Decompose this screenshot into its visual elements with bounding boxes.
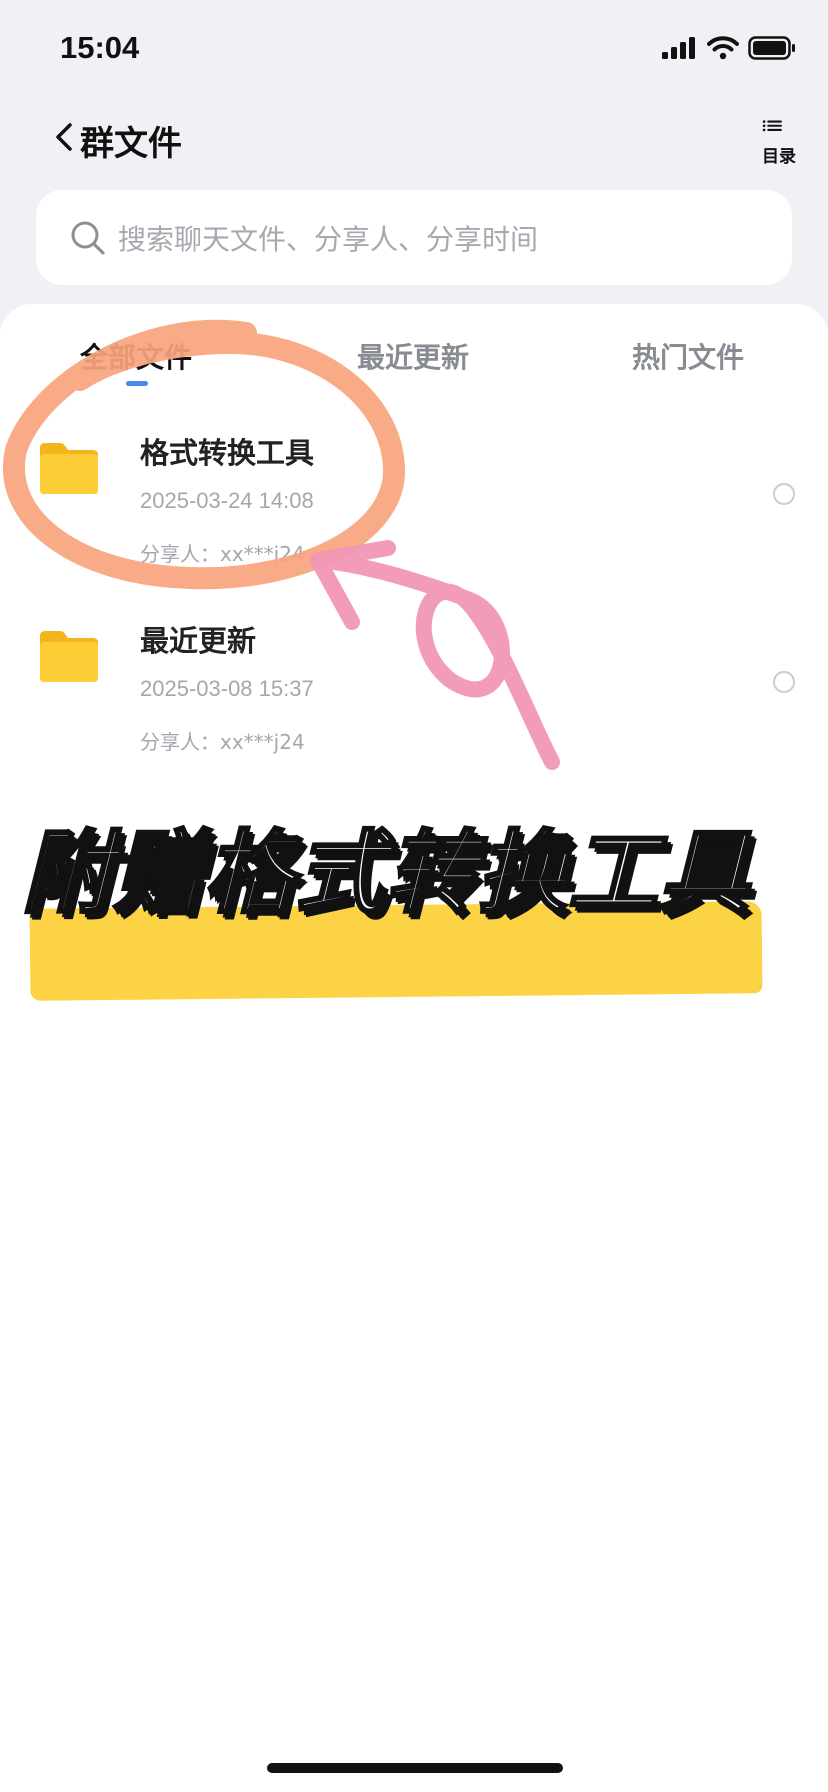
file-date: 2025-03-08 15:37 bbox=[140, 676, 314, 701]
back-chevron-icon[interactable] bbox=[50, 117, 80, 157]
file-name[interactable]: 最近更新 bbox=[140, 618, 256, 660]
search-bar[interactable]: 搜索聊天文件、分享人、分享时间 bbox=[36, 190, 792, 285]
file-sharer: 分享人：xx***j24 bbox=[140, 730, 305, 754]
file-name[interactable]: 格式转换工具 bbox=[140, 430, 314, 472]
tab-all-files[interactable]: 全部文件 bbox=[80, 336, 192, 376]
active-tab-indicator bbox=[126, 381, 148, 386]
file-date: 2025-03-24 14:08 bbox=[140, 488, 314, 513]
select-radio[interactable] bbox=[773, 483, 795, 505]
status-time: 15:04 bbox=[60, 30, 140, 65]
file-sharer: 分享人：xx***j24 bbox=[140, 542, 305, 566]
status-icons bbox=[662, 36, 796, 60]
promo-caption: 附赠格式转换工具 bbox=[21, 820, 751, 928]
cellular-signal-icon bbox=[662, 37, 695, 59]
folder-icon bbox=[40, 631, 98, 682]
tab-popular-files[interactable]: 热门文件 bbox=[632, 336, 744, 376]
file-list-panel bbox=[0, 304, 828, 1792]
directory-menu-label[interactable]: 目录 bbox=[762, 142, 796, 167]
select-radio[interactable] bbox=[773, 671, 795, 693]
page-title: 群文件 bbox=[80, 124, 182, 164]
home-indicator[interactable] bbox=[267, 1763, 563, 1773]
folder-icon bbox=[40, 443, 98, 494]
battery-icon bbox=[748, 36, 795, 60]
search-placeholder: 搜索聊天文件、分享人、分享时间 bbox=[118, 223, 539, 256]
directory-menu-icon[interactable] bbox=[752, 120, 794, 142]
search-icon bbox=[71, 221, 105, 255]
wifi-icon bbox=[707, 36, 739, 60]
tab-recent-updates[interactable]: 最近更新 bbox=[357, 336, 469, 376]
